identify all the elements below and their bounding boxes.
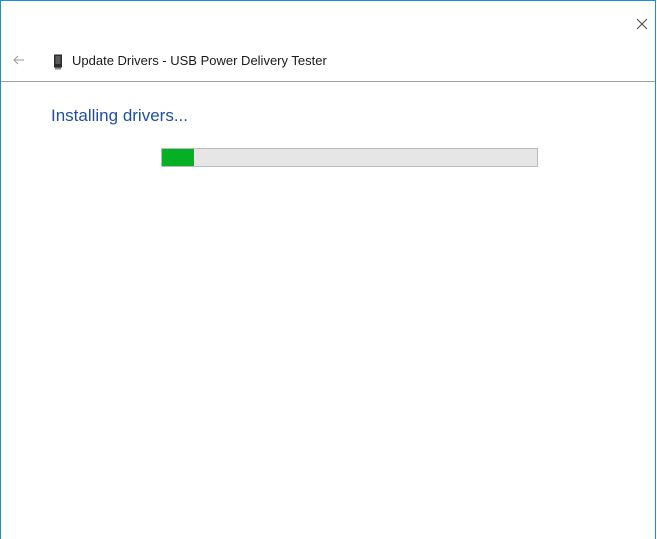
header-divider [1,81,655,82]
status-heading: Installing drivers... [51,106,188,125]
device-icon [54,54,62,70]
install-progress-bar [161,148,538,167]
close-icon [636,18,648,30]
back-arrow-icon [13,55,24,65]
update-drivers-window: Update Drivers - USB Power Delivery Test… [0,0,656,539]
wizard-header: Update Drivers - USB Power Delivery Test… [1,45,655,81]
back-button[interactable] [11,52,27,68]
window-title: Update Drivers - USB Power Delivery Test… [72,53,327,68]
close-button[interactable] [633,15,651,33]
progress-fill [162,149,194,166]
